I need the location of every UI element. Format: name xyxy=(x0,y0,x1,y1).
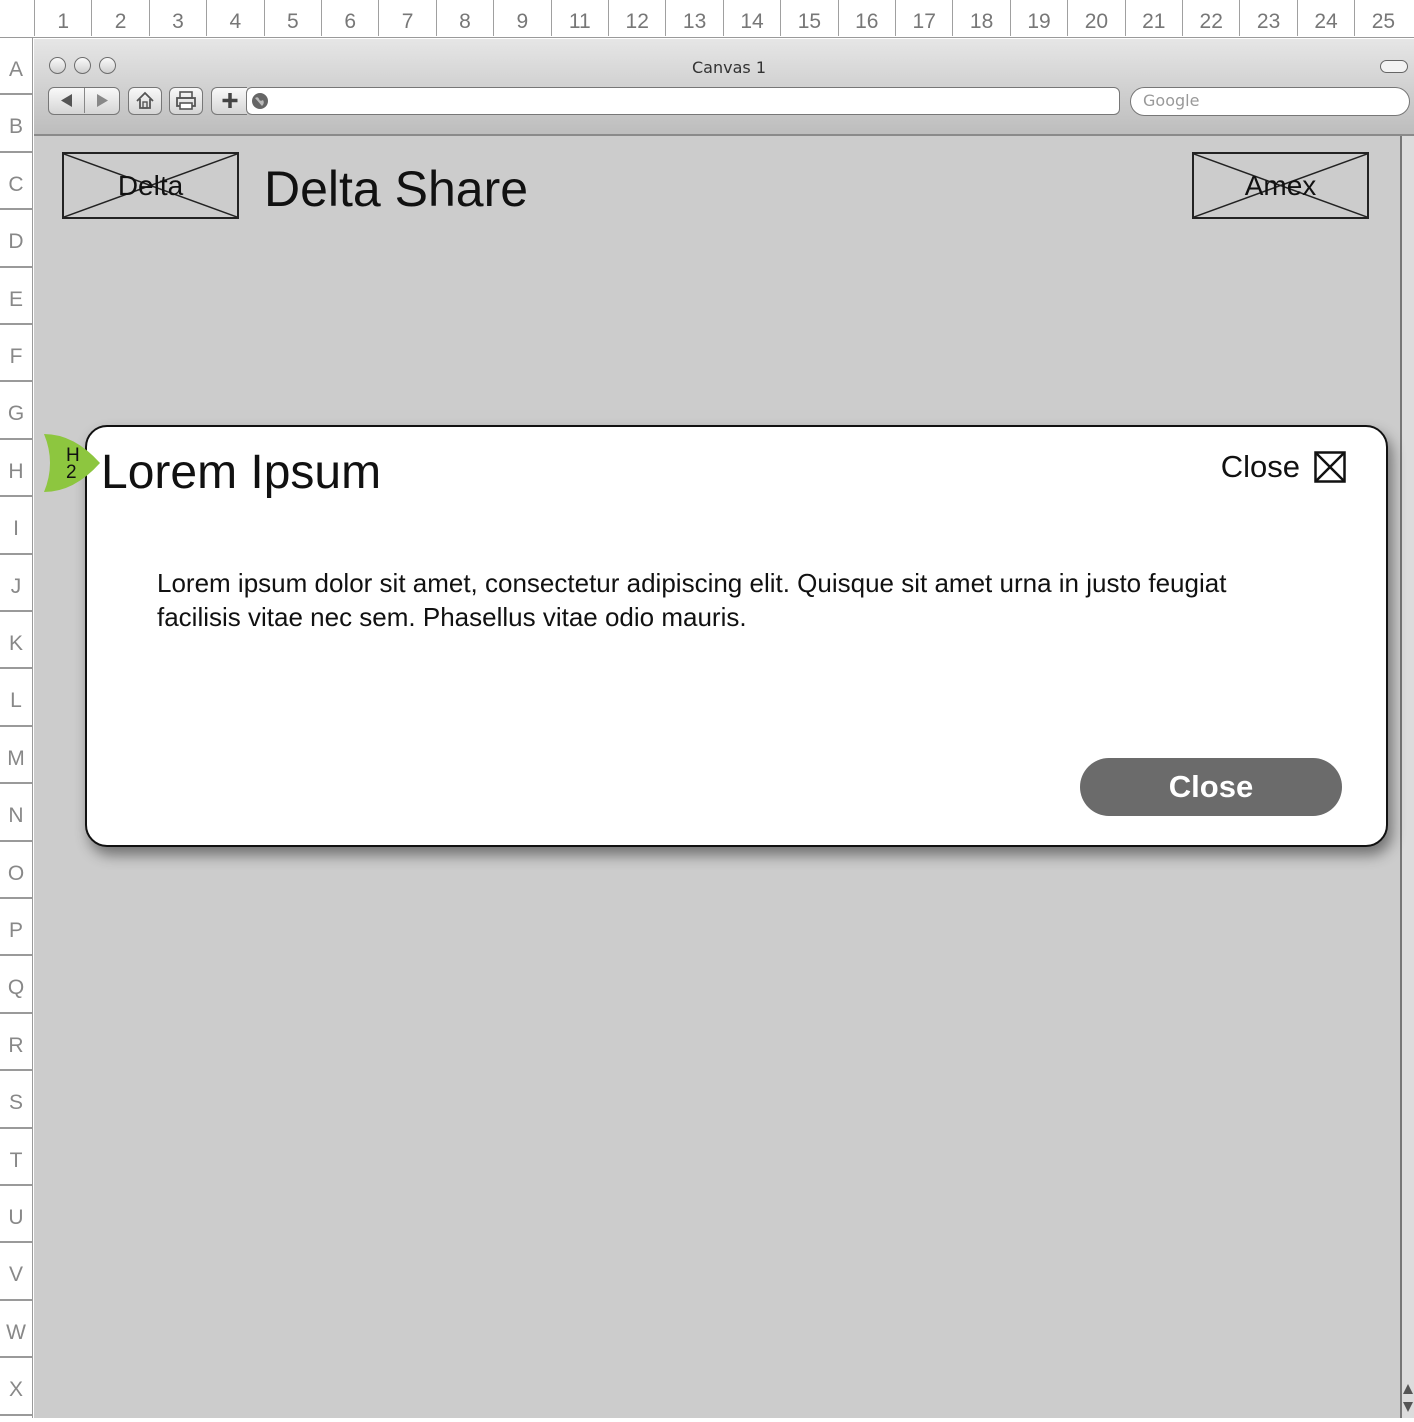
print-icon xyxy=(176,91,196,110)
modal-title: Lorem Ipsum xyxy=(101,446,382,499)
amex-logo-label: Amex xyxy=(1244,170,1317,201)
modal-dialog: Lorem Ipsum Close Lorem ipsum dolor sit … xyxy=(85,425,1388,847)
ruler-column-label: 7 xyxy=(378,0,435,36)
window-title: Canvas 1 xyxy=(692,58,766,77)
ruler-column-label: 11 xyxy=(550,0,608,36)
ruler-row-label: G xyxy=(0,382,32,440)
ruler-row-label: E xyxy=(0,268,32,325)
ruler-column-label: 19 xyxy=(1009,0,1067,36)
ruler-row-label: W xyxy=(0,1301,32,1359)
home-button[interactable] xyxy=(128,87,162,115)
browser-window: Canvas 1 Google Delta Delta Share Amex L… xyxy=(34,39,1414,1418)
ruler-column-label: 23 xyxy=(1239,0,1296,36)
home-icon xyxy=(136,91,154,109)
add-bookmark-button[interactable] xyxy=(211,87,247,115)
amex-logo-placeholder: Amex xyxy=(1192,152,1369,219)
ruler-row-label: A xyxy=(0,38,32,96)
ruler-column-label: 18 xyxy=(952,0,1009,36)
browser-toolbar: Canvas 1 Google xyxy=(34,39,1414,136)
ruler-column-label: 13 xyxy=(665,0,722,36)
ruler-row-label: B xyxy=(0,95,32,153)
ruler-column-label: 4 xyxy=(206,0,263,36)
ruler-column-label: 1 xyxy=(34,0,91,36)
h2-tag-number: 2 xyxy=(66,462,77,483)
close-button[interactable]: Close xyxy=(1080,758,1342,816)
ruler-column-label: 17 xyxy=(895,0,952,36)
ruler-column-label: 24 xyxy=(1296,0,1354,36)
ruler-row-label: Q xyxy=(0,956,32,1014)
ruler-column-label: 20 xyxy=(1067,0,1124,36)
ruler-row-label: O xyxy=(0,842,32,899)
ruler-row-label: N xyxy=(0,784,32,842)
ruler-row-label: I xyxy=(0,497,32,555)
delta-logo-placeholder: Delta xyxy=(62,152,239,219)
ruler-row-label: X xyxy=(0,1358,32,1416)
ruler-column-label: 21 xyxy=(1124,0,1182,36)
ruler-column-label: 5 xyxy=(263,0,321,36)
h2-annotation-tag: H 2 xyxy=(44,434,102,492)
scroll-arrows-icon xyxy=(1403,1384,1413,1412)
ruler-row-label: J xyxy=(0,555,32,612)
back-forward-buttons xyxy=(48,87,120,115)
ruler-row-label: H xyxy=(0,440,32,498)
address-bar[interactable] xyxy=(246,87,1120,115)
close-box-icon xyxy=(1314,451,1346,483)
site-title: Delta Share xyxy=(264,161,529,217)
ruler-column-label: 3 xyxy=(148,0,206,36)
modal-close-link[interactable]: Close xyxy=(1221,449,1346,485)
ruler-column-label: 12 xyxy=(608,0,665,36)
ruler-row-label: L xyxy=(0,669,32,727)
search-input[interactable]: Google xyxy=(1130,87,1410,116)
ruler-row-label: C xyxy=(0,153,32,211)
ruler-row-label: M xyxy=(0,727,32,785)
ruler-row-label: S xyxy=(0,1071,32,1129)
page-scrollbar[interactable] xyxy=(1400,136,1414,1418)
top-ruler: 1 2 3 4 5 6 7 8 9 11 12 13 14 15 16 17 18 19 20 21 22 23 24 25 xyxy=(0,0,1414,38)
ruler-column-label: 16 xyxy=(837,0,895,36)
modal-body-text: Lorem ipsum dolor sit amet, consectetur … xyxy=(157,568,1227,632)
ruler-column-label: 25 xyxy=(1354,0,1411,36)
modal-close-link-label: Close xyxy=(1220,449,1300,484)
ruler-column-label: 6 xyxy=(321,0,378,36)
ruler-row-label: V xyxy=(0,1243,32,1301)
ruler-column-label: 15 xyxy=(780,0,837,36)
globe-icon xyxy=(252,93,268,109)
left-ruler: ABCDEFGHIJKLMNOPQRSTUVWX xyxy=(0,38,33,1418)
ruler-row-label: D xyxy=(0,210,32,268)
print-button[interactable] xyxy=(169,87,203,115)
ruler-row-label: T xyxy=(0,1129,32,1186)
ruler-column-label: 2 xyxy=(91,0,148,36)
toolbar-toggle-icon[interactable] xyxy=(1380,60,1408,73)
delta-logo-label: Delta xyxy=(117,170,184,201)
ruler-column-label: 22 xyxy=(1182,0,1239,36)
ruler-column-label: 8 xyxy=(435,0,493,36)
plus-icon xyxy=(222,93,237,108)
ruler-column-label: 9 xyxy=(493,0,550,36)
ruler-row-label: K xyxy=(0,612,32,670)
back-icon[interactable] xyxy=(49,88,85,113)
ruler-row-label: F xyxy=(0,325,32,383)
ruler-column-label: 14 xyxy=(722,0,780,36)
ruler-row-label: R xyxy=(0,1014,32,1072)
ruler-row-label: P xyxy=(0,899,32,957)
forward-icon[interactable] xyxy=(85,88,119,113)
ruler-row-label: U xyxy=(0,1186,32,1244)
